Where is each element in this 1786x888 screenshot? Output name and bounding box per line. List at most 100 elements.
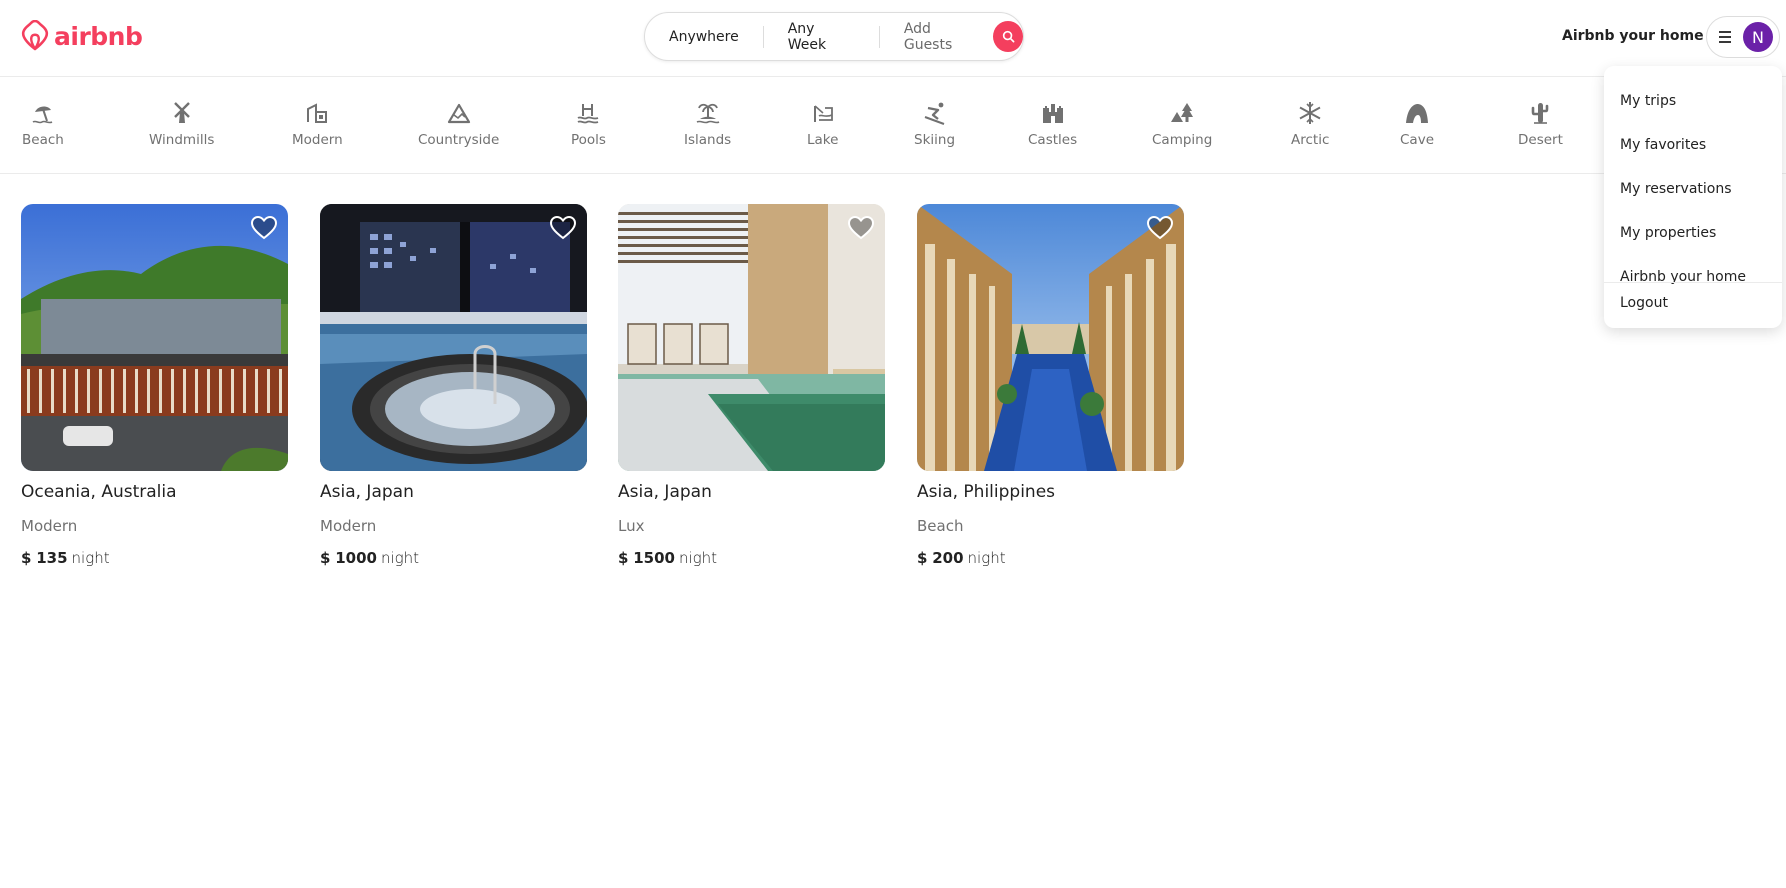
listing-card[interactable]: Asia, Japan Lux $ 1500 night xyxy=(618,204,885,574)
price-unit: night xyxy=(967,549,1006,567)
price-amount: 200 xyxy=(932,549,964,567)
castle-icon xyxy=(1042,104,1063,123)
listing-image xyxy=(21,204,288,471)
price-unit: night xyxy=(71,549,110,567)
category-label: Beach xyxy=(22,132,64,148)
category-label: Castles xyxy=(1028,132,1078,148)
category-desert[interactable]: Desert xyxy=(1518,100,1563,148)
airbnb-logo-icon xyxy=(21,20,49,51)
category-countryside[interactable]: Countryside xyxy=(418,100,499,148)
category-camping[interactable]: Camping xyxy=(1152,100,1212,148)
category-pools[interactable]: Pools xyxy=(571,100,606,148)
pool-icon xyxy=(577,104,599,124)
category-arctic[interactable]: Arctic xyxy=(1291,100,1329,148)
hamburger-icon xyxy=(1719,31,1731,43)
listing-price: $ 1000 night xyxy=(320,549,419,567)
windmill-icon xyxy=(173,102,190,123)
listing-image xyxy=(320,204,587,471)
category-islands[interactable]: Islands xyxy=(684,100,731,148)
favorite-heart-icon[interactable] xyxy=(847,214,875,242)
top-navbar: airbnb Anywhere Any Week Add Guests Airb… xyxy=(0,0,1786,77)
search-anywhere[interactable]: Anywhere xyxy=(645,25,763,49)
listing-category: Lux xyxy=(618,517,645,535)
category-label: Camping xyxy=(1152,132,1213,148)
category-modern[interactable]: Modern xyxy=(292,100,343,148)
search-icon xyxy=(1002,30,1014,43)
price-amount: 1500 xyxy=(633,549,675,567)
island-icon xyxy=(696,103,719,124)
category-lake[interactable]: Lake xyxy=(807,100,838,148)
category-skiing[interactable]: Skiing xyxy=(914,100,955,148)
category-label: Skiing xyxy=(914,132,956,148)
category-label: Desert xyxy=(1518,132,1563,148)
listing-card[interactable]: Asia, Philippines Beach $ 200 night xyxy=(917,204,1184,574)
listing-card[interactable]: Asia, Japan Modern $ 1000 night xyxy=(320,204,587,574)
menu-item-my-favorites[interactable]: My favorites xyxy=(1604,126,1782,164)
category-label: Windmills xyxy=(149,132,215,148)
listing-image xyxy=(618,204,885,471)
beach-icon xyxy=(32,106,53,124)
menu-item-my-trips[interactable]: My trips xyxy=(1604,82,1782,120)
listing-location: Oceania, Australia xyxy=(21,482,177,502)
category-bar: Beach Windmills Modern Countryside Pools… xyxy=(0,78,1786,174)
menu-item-my-reservations[interactable]: My reservations xyxy=(1604,170,1782,208)
favorite-heart-icon[interactable] xyxy=(549,214,577,242)
brand-name: airbnb xyxy=(54,21,143,51)
category-label: Cave xyxy=(1400,132,1434,148)
price-currency: $ xyxy=(917,549,928,567)
listing-card[interactable]: Oceania, Australia Modern $ 135 night xyxy=(21,204,288,574)
price-currency: $ xyxy=(21,549,32,567)
search-any-week[interactable]: Any Week xyxy=(764,21,879,53)
avatar: N xyxy=(1743,22,1773,52)
listing-photo[interactable] xyxy=(917,204,1184,471)
airbnb-logo[interactable]: airbnb xyxy=(20,18,143,54)
price-currency: $ xyxy=(618,549,629,567)
modern-house-icon xyxy=(307,103,328,123)
camping-icon xyxy=(1171,103,1194,122)
category-label: Islands xyxy=(684,132,732,148)
snowflake-icon xyxy=(1299,102,1321,124)
user-dropdown-menu: My trips My favorites My reservations My… xyxy=(1604,66,1782,328)
price-amount: 1000 xyxy=(335,549,377,567)
category-beach[interactable]: Beach xyxy=(22,100,64,148)
listing-location: Asia, Japan xyxy=(618,482,712,502)
cactus-icon xyxy=(1532,103,1549,124)
favorite-heart-icon[interactable] xyxy=(1146,214,1174,242)
listing-category: Modern xyxy=(320,517,377,535)
lake-icon xyxy=(813,105,833,122)
listing-price: $ 1500 night xyxy=(618,549,717,567)
airbnb-your-home-link[interactable]: Airbnb your home xyxy=(1550,24,1716,48)
favorite-heart-icon[interactable] xyxy=(250,214,278,242)
search-add-guests[interactable]: Add Guests xyxy=(880,21,993,53)
user-menu-button[interactable]: N xyxy=(1706,16,1780,58)
category-label: Arctic xyxy=(1291,132,1330,148)
price-unit: night xyxy=(380,549,420,567)
price-unit: night xyxy=(678,549,718,567)
listing-location: Asia, Japan xyxy=(320,482,414,502)
listing-location: Asia, Philippines xyxy=(917,482,1056,502)
listing-price: $ 200 night xyxy=(917,549,1006,567)
category-castles[interactable]: Castles xyxy=(1028,100,1077,148)
search-button[interactable] xyxy=(993,21,1024,52)
skiing-icon xyxy=(924,102,944,125)
price-amount: 135 xyxy=(36,549,68,567)
category-label: Countryside xyxy=(418,132,500,148)
listing-category: Modern xyxy=(21,517,78,535)
category-windmills[interactable]: Windmills xyxy=(149,100,214,148)
search-bar[interactable]: Anywhere Any Week Add Guests xyxy=(644,12,1024,61)
category-cave[interactable]: Cave xyxy=(1400,100,1434,148)
category-label: Pools xyxy=(571,132,606,148)
price-currency: $ xyxy=(320,549,331,567)
mountain-icon xyxy=(447,103,470,124)
cave-icon xyxy=(1406,104,1428,123)
menu-item-logout[interactable]: Logout xyxy=(1604,284,1782,322)
menu-item-my-properties[interactable]: My properties xyxy=(1604,214,1782,252)
listing-category: Beach xyxy=(917,517,964,535)
listing-photo[interactable] xyxy=(618,204,885,471)
listing-photo[interactable] xyxy=(21,204,288,471)
listing-image xyxy=(917,204,1184,471)
menu-divider xyxy=(1604,282,1782,283)
category-label: Lake xyxy=(807,132,839,148)
listing-photo[interactable] xyxy=(320,204,587,471)
listing-price: $ 135 night xyxy=(21,549,110,567)
